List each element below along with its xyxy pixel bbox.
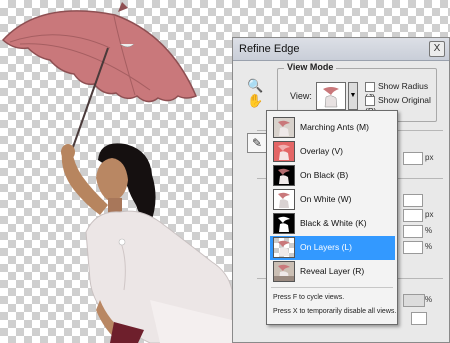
view-mode-dropdown: Marching Ants (M) Overlay (V) On Black (… xyxy=(266,110,398,325)
radius-unit: px xyxy=(425,153,434,162)
amount-field[interactable] xyxy=(403,294,425,307)
view-option-reveal-layer[interactable]: Reveal Layer (R) xyxy=(270,260,395,284)
view-option-on-white[interactable]: On White (W) xyxy=(270,188,395,212)
view-option-on-layers[interactable]: On Layers (L) xyxy=(270,236,395,260)
black-and-white-thumb xyxy=(273,213,295,234)
dropdown-divider xyxy=(271,287,393,288)
zoom-icon[interactable]: 🔍 xyxy=(247,78,263,94)
dialog-title: Refine Edge xyxy=(239,43,300,55)
on-black-thumb xyxy=(273,165,295,186)
view-option-overlay[interactable]: Overlay (V) xyxy=(270,140,395,164)
view-preview-button[interactable] xyxy=(316,82,346,110)
chevron-down-icon[interactable]: ▼ xyxy=(348,82,358,110)
smooth-field[interactable] xyxy=(403,194,423,207)
disable-views-hint: Press X to temporarily disable all views… xyxy=(273,308,397,315)
on-layers-thumb xyxy=(273,237,295,258)
view-option-black-and-white[interactable]: Black & White (K) xyxy=(270,212,395,236)
dialog-title-bar[interactable]: Refine Edge X xyxy=(233,38,449,61)
view-label: View: xyxy=(290,91,312,101)
contrast-unit: % xyxy=(425,226,433,235)
refine-brush-icon[interactable]: ✎ xyxy=(247,133,267,153)
canvas: Refine Edge X 🔍 ✋ ✎ View Mode View: ▼ Sh… xyxy=(0,0,450,343)
view-mode-legend: View Mode xyxy=(284,62,337,72)
reveal-layer-thumb xyxy=(273,261,295,282)
close-icon[interactable]: X xyxy=(429,41,445,57)
view-option-marching-ants[interactable]: Marching Ants (M) xyxy=(270,116,395,140)
shift-edge-field[interactable] xyxy=(403,241,423,254)
marching-ants-thumb xyxy=(273,117,295,138)
overlay-thumb xyxy=(273,141,295,162)
contrast-field[interactable] xyxy=(403,225,423,238)
hand-icon[interactable]: ✋ xyxy=(247,93,263,109)
umbrella-canopy xyxy=(1,10,197,103)
feather-field[interactable] xyxy=(403,209,423,222)
view-option-on-black[interactable]: On Black (B) xyxy=(270,164,395,188)
on-white-thumb xyxy=(273,189,295,210)
shift-edge-unit: % xyxy=(425,242,433,251)
radius-field[interactable] xyxy=(403,152,423,165)
cycle-views-hint: Press F to cycle views. xyxy=(273,294,345,301)
amount-unit: % xyxy=(425,295,433,304)
output-select[interactable] xyxy=(411,312,427,325)
feather-unit: px xyxy=(425,210,434,219)
